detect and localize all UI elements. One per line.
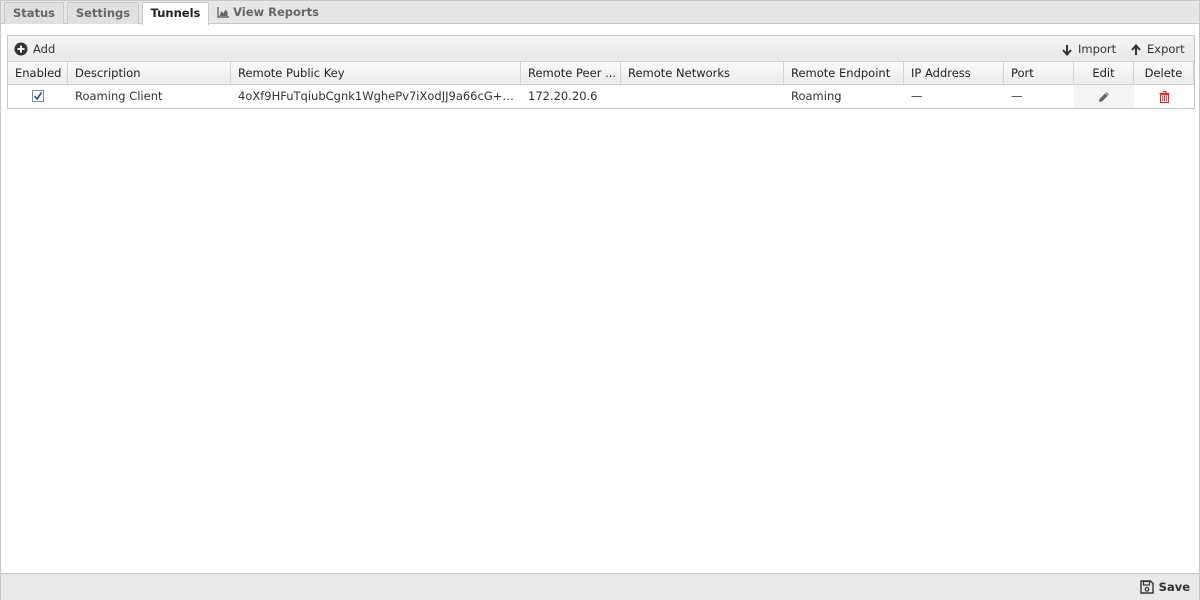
table-row[interactable]: Roaming Client 4oXf9HFuTqiubCgnk1WghePv7… [8,85,1194,108]
plus-circle-icon [14,42,28,56]
tab-settings[interactable]: Settings [67,2,139,24]
tab-tunnels-label: Tunnels [150,6,201,20]
tab-settings-label: Settings [75,6,131,20]
remote-endpoint-cell: Roaming [791,89,842,103]
tab-status-label: Status [12,6,56,20]
edit-cell [1074,85,1134,108]
trash-icon [1159,91,1169,104]
remote-public-key-cell: 4oXf9HFuTqiubCgnk1WghePv7iXodJJ9a66cG+C/… [238,89,521,103]
column-header-edit: Edit [1074,62,1134,85]
add-button[interactable]: Add [14,36,55,62]
tab-view-reports-label: View Reports [233,5,319,19]
floppy-disk-icon [1139,580,1154,594]
enabled-cell [8,85,68,108]
delete-button[interactable] [1159,88,1170,108]
remote-peer-cell: 172.20.20.6 [528,89,598,103]
app-frame: Status Settings Tunnels View Reports Add… [0,0,1200,600]
column-header-remote-peer[interactable]: Remote Peer ... [521,62,621,85]
import-button[interactable]: Import [1061,36,1116,62]
column-header-description[interactable]: Description [68,62,231,85]
checkmark-icon [33,92,43,101]
description-cell: Roaming Client [75,89,163,103]
grid-header: Enabled Description Remote Public Key Re… [8,62,1194,85]
import-button-label: Import [1078,42,1117,56]
tab-bar: Status Settings Tunnels View Reports [1,1,1199,25]
add-button-label: Add [33,42,56,56]
column-header-remote-networks[interactable]: Remote Networks [621,62,784,85]
enabled-checkbox[interactable] [32,90,44,102]
tunnels-grid: Add Import Export Enabled Description Re… [7,35,1195,109]
grid-toolbar: Add Import Export [8,36,1194,62]
column-header-delete: Delete [1134,62,1194,85]
edit-button[interactable] [1098,88,1110,108]
port-cell: — [1011,89,1023,103]
column-header-port[interactable]: Port [1004,62,1074,85]
delete-cell [1134,85,1194,108]
save-button[interactable]: Save [1139,574,1190,600]
column-header-remote-public-key[interactable]: Remote Public Key [231,62,521,85]
tab-view-reports[interactable]: View Reports [213,2,323,24]
pencil-icon [1099,92,1109,102]
arrow-up-icon [1131,43,1141,55]
column-header-enabled[interactable]: Enabled [8,62,68,85]
tab-tunnels[interactable]: Tunnels [142,2,209,25]
column-header-remote-endpoint[interactable]: Remote Endpoint [784,62,904,85]
arrow-down-icon [1062,45,1072,57]
export-button[interactable]: Export [1130,36,1185,62]
export-button-label: Export [1147,42,1185,56]
bottom-bar: Save [1,573,1199,600]
ip-address-cell: — [911,89,923,103]
column-header-ip-address[interactable]: IP Address [904,62,1004,85]
save-button-label: Save [1158,580,1190,594]
tab-status[interactable]: Status [4,2,64,24]
remote-networks-cell [621,85,784,108]
area-chart-icon [217,4,230,24]
